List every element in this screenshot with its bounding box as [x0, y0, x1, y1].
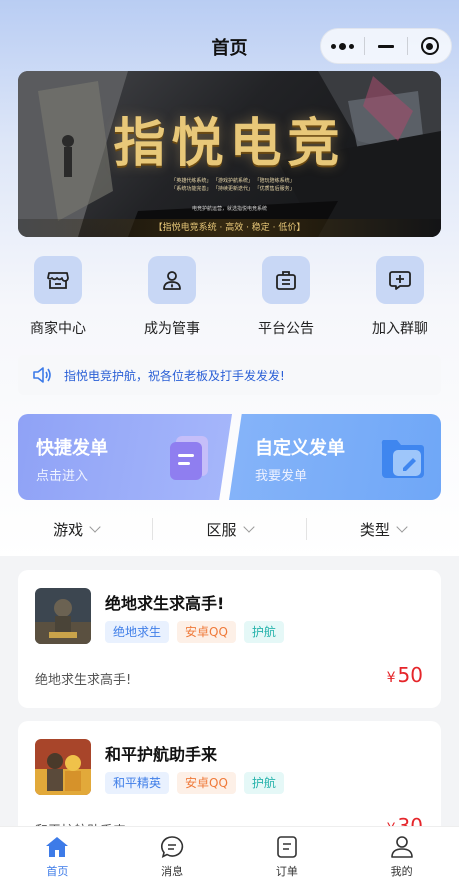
- product-thumbnail: [35, 739, 91, 795]
- custom-order-card[interactable]: 自定义发单 我要发单: [229, 414, 441, 500]
- tag-service: 护航: [243, 772, 284, 794]
- more-dots-icon: [330, 42, 354, 50]
- tag-service: 护航: [243, 621, 284, 643]
- filter-game[interactable]: 游戏: [0, 519, 152, 540]
- tag-game: 和平精英: [105, 772, 170, 794]
- banner-features: 「英雄代练系统」 「游戏护航系统」 「陪玩陪练系统」 「系统功能完善」 「持续更…: [171, 178, 295, 192]
- tab-orders[interactable]: 订单: [230, 827, 345, 886]
- chevron-down-icon: [89, 521, 101, 533]
- tab-profile[interactable]: 我的: [344, 827, 459, 886]
- target-icon: [420, 37, 439, 55]
- menu-item-become-manager[interactable]: 成为管事: [122, 256, 222, 338]
- notice-bar[interactable]: 指悦电竞护航，祝各位老板及打手发发发!: [18, 355, 441, 395]
- close-miniprogram-button[interactable]: [408, 29, 451, 63]
- notice-text: 指悦电竞护航，祝各位老板及打手发发发!: [64, 368, 285, 383]
- quick-order-title: 快捷发单: [36, 438, 108, 459]
- product-name: 绝地求生求高手!: [105, 594, 225, 613]
- speaker-icon: [33, 367, 51, 383]
- home-icon: [46, 837, 69, 857]
- product-tags: 绝地求生 安卓QQ 护航: [105, 621, 284, 643]
- product-desc: 绝地求生求高手!: [35, 673, 132, 688]
- chevron-down-icon: [396, 521, 408, 533]
- order-icon: [277, 836, 297, 858]
- product-card[interactable]: 绝地求生求高手! 绝地求生 安卓QQ 护航 绝地求生求高手! ¥50: [18, 570, 441, 708]
- folder-edit-icon: [381, 440, 424, 478]
- tab-home[interactable]: 首页: [0, 827, 115, 886]
- user-badge-icon: [163, 271, 181, 290]
- tab-messages[interactable]: 消息: [115, 827, 230, 886]
- tag-game: 绝地求生: [105, 621, 170, 643]
- quick-order-sub: 点击进入: [36, 469, 89, 484]
- banner-title: 指悦电竞: [113, 113, 346, 174]
- banner-footer: 【指悦电竞系统 · 高效 · 稳定 · 低价】: [18, 219, 441, 237]
- chat-plus-icon: [389, 271, 411, 290]
- filter-server[interactable]: 区服: [153, 519, 305, 540]
- menu-item-merchant-center[interactable]: 商家中心: [8, 256, 108, 338]
- minimize-button[interactable]: [365, 29, 408, 63]
- custom-order-title: 自定义发单: [255, 438, 345, 459]
- quick-order-card[interactable]: 快捷发单 点击进入: [18, 414, 232, 500]
- banner-tagline: 电竞护航运营，就选指悦电竞系统: [191, 206, 267, 212]
- filter-bar: 游戏 区服 类型: [0, 506, 459, 552]
- minus-icon: [378, 44, 394, 48]
- miniprogram-capsule: [320, 28, 452, 64]
- chevron-down-icon: [242, 521, 255, 533]
- profile-icon: [390, 836, 413, 858]
- tag-platform: 安卓QQ: [177, 621, 236, 643]
- product-name: 和平护航助手来: [105, 745, 218, 764]
- banner[interactable]: 指悦电竞 「英雄代练系统」 「游戏护航系统」 「陪玩陪练系统」 「系统功能完善」…: [18, 71, 441, 237]
- menu-item-platform-notice[interactable]: 平台公告: [236, 256, 336, 338]
- menu-item-join-group[interactable]: 加入群聊: [350, 256, 450, 338]
- filter-type[interactable]: 类型: [307, 519, 459, 540]
- store-icon: [47, 272, 69, 289]
- message-icon: [161, 836, 184, 858]
- more-button[interactable]: [321, 29, 364, 63]
- product-price: ¥50: [386, 663, 423, 687]
- notice-bag-icon: [276, 271, 296, 290]
- custom-order-sub: 我要发单: [255, 469, 308, 484]
- quick-menu: 商家中心 成为管事 平台公告 加入群聊: [0, 256, 459, 346]
- product-thumbnail: [35, 588, 91, 644]
- tab-bar: 首页 消息 订单 我的: [0, 826, 459, 886]
- nav-header: 首页: [0, 28, 459, 66]
- tag-platform: 安卓QQ: [177, 772, 236, 794]
- document-icon: [170, 436, 208, 480]
- product-tags: 和平精英 安卓QQ 护航: [105, 772, 284, 794]
